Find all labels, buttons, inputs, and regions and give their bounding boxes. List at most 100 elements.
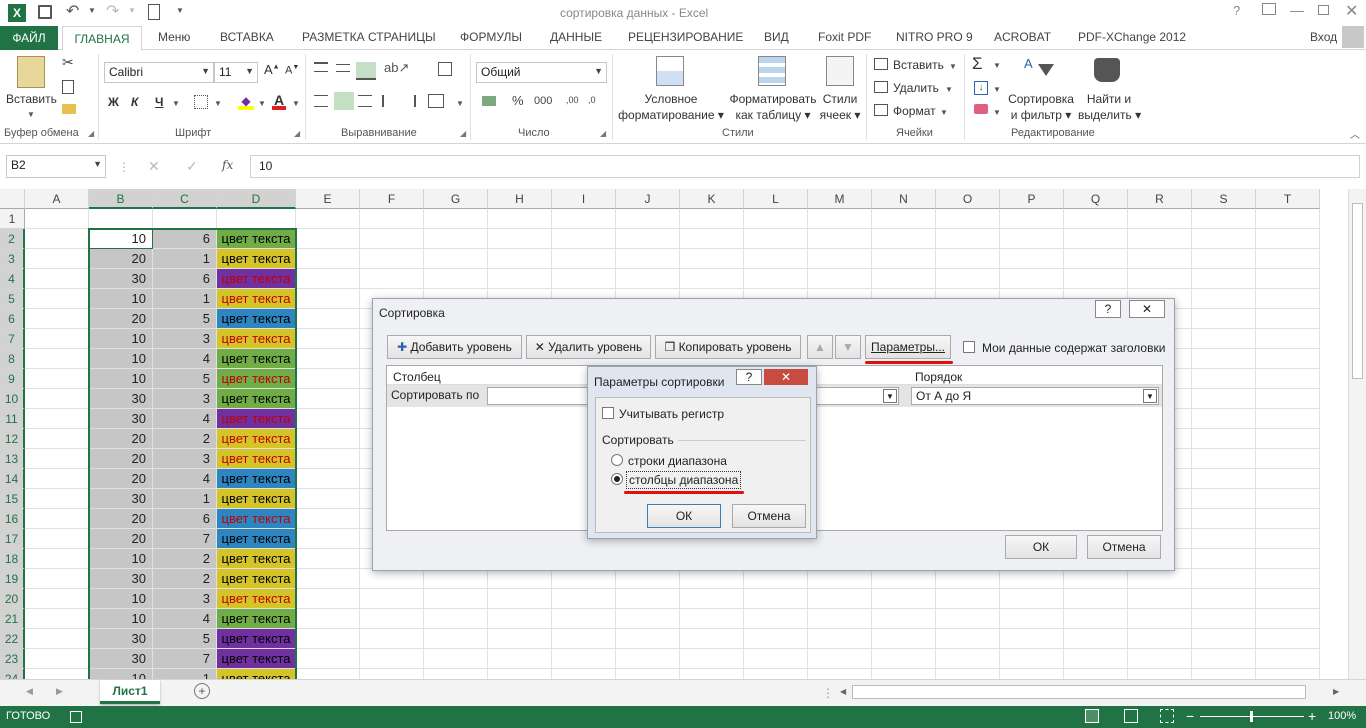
cell[interactable] [936,609,1000,629]
cell[interactable] [1128,269,1192,289]
underline-button[interactable]: Ч [155,95,163,109]
cell[interactable] [25,369,89,389]
cell[interactable] [360,589,424,609]
font-launcher-icon[interactable]: ◢ [294,129,300,138]
insert-dropdown-icon[interactable]: ▼ [949,62,957,71]
column-header-a[interactable]: A [25,189,89,209]
cell[interactable] [1256,489,1320,509]
autosum-icon[interactable]: Σ [972,54,983,74]
cell[interactable] [1192,229,1256,249]
column-header-s[interactable]: S [1192,189,1256,209]
fill-dropdown-icon[interactable]: ▼ [993,85,1001,94]
delete-dropdown-icon[interactable]: ▼ [945,85,953,94]
cell[interactable] [680,569,744,589]
column-header-e[interactable]: E [296,189,360,209]
cell[interactable] [616,209,680,229]
cell[interactable] [1192,629,1256,649]
cell[interactable] [1256,449,1320,469]
sort-help-icon[interactable]: ? [1095,300,1121,318]
column-header-q[interactable]: Q [1064,189,1128,209]
cell[interactable] [872,629,936,649]
column-header-g[interactable]: G [424,189,488,209]
cell[interactable] [296,669,360,679]
cell[interactable] [680,269,744,289]
cell-d[interactable]: цвет текста [217,369,296,389]
cell[interactable] [1256,409,1320,429]
redo-icon[interactable]: ↷ [106,1,119,21]
cell-c[interactable]: 1 [153,289,217,309]
cell[interactable] [552,609,616,629]
cell[interactable] [1256,209,1320,229]
tab-nitro[interactable]: NITRO PRO 9 [896,30,973,44]
cell[interactable] [872,649,936,669]
cell[interactable] [1192,249,1256,269]
cell[interactable] [808,629,872,649]
zoom-level[interactable]: 100% [1328,710,1356,722]
cell[interactable] [1256,569,1320,589]
cell-b[interactable]: 10 [89,609,153,629]
move-down-button[interactable]: ▼ [835,335,861,359]
cell[interactable] [1128,649,1192,669]
cell[interactable] [1256,289,1320,309]
insert-function-icon[interactable]: fx [222,158,233,172]
next-sheet-icon[interactable]: ▶ [56,686,63,697]
orientation-icon[interactable]: ab↗ [384,60,409,76]
cell-d[interactable]: цвет текста [217,589,296,609]
row-header[interactable]: 6 [0,309,25,329]
sort-filter-icon[interactable]: A [1024,56,1033,71]
cell-c[interactable]: 7 [153,649,217,669]
cell[interactable] [936,669,1000,679]
cell[interactable] [1256,389,1320,409]
cell-c[interactable]: 1 [153,489,217,509]
cell[interactable] [1064,569,1128,589]
cell[interactable] [744,649,808,669]
cell-b[interactable]: 20 [89,469,153,489]
cell[interactable] [25,269,89,289]
cell[interactable] [296,389,360,409]
horizontal-scrollbar[interactable] [852,685,1306,699]
paste-icon[interactable] [17,56,45,88]
sort-filter-button[interactable]: Сортировка и фильтр ▾ [1004,91,1078,123]
delete-level-button[interactable]: ✕ Удалить уровень [526,335,651,359]
add-level-button[interactable]: ✚ Добавить уровень [387,335,522,359]
cell-d[interactable] [217,209,296,229]
row-header[interactable]: 17 [0,529,25,549]
cell[interactable] [1192,609,1256,629]
row-header[interactable]: 24 [0,669,25,679]
cell[interactable] [744,269,808,289]
new-file-icon[interactable] [148,4,160,20]
cell[interactable] [680,589,744,609]
cell[interactable] [296,309,360,329]
cell-d[interactable]: цвет текста [217,509,296,529]
cell[interactable] [296,289,360,309]
cell[interactable] [296,529,360,549]
cell[interactable] [1000,269,1064,289]
cell[interactable] [808,229,872,249]
delete-cells-icon[interactable] [874,81,888,93]
cell-c[interactable]: 1 [153,249,217,269]
hscroll-left-icon[interactable]: ◀ [840,687,846,696]
cell[interactable] [936,209,1000,229]
cell-b[interactable]: 10 [89,589,153,609]
cell[interactable] [1128,669,1192,679]
align-right-icon[interactable] [358,95,372,107]
cell[interactable] [488,209,552,229]
column-header-j[interactable]: J [616,189,680,209]
cell[interactable] [25,429,89,449]
cell[interactable] [296,509,360,529]
cell[interactable] [424,649,488,669]
rows-radio[interactable] [611,454,623,466]
format-cells-button[interactable]: Формат [893,104,936,118]
cell[interactable] [936,229,1000,249]
params-close-icon[interactable]: ✕ [764,369,808,385]
cell-c[interactable]: 6 [153,269,217,289]
tab-foxit[interactable]: Foxit PDF [818,30,871,44]
cell[interactable] [744,629,808,649]
fill-color-icon[interactable]: ◆ [238,94,254,110]
cell[interactable] [936,249,1000,269]
cell-c[interactable]: 2 [153,549,217,569]
cell[interactable] [872,229,936,249]
cell-b[interactable]: 20 [89,309,153,329]
cell[interactable] [424,569,488,589]
sort-ok-button[interactable]: ОК [1005,535,1077,559]
